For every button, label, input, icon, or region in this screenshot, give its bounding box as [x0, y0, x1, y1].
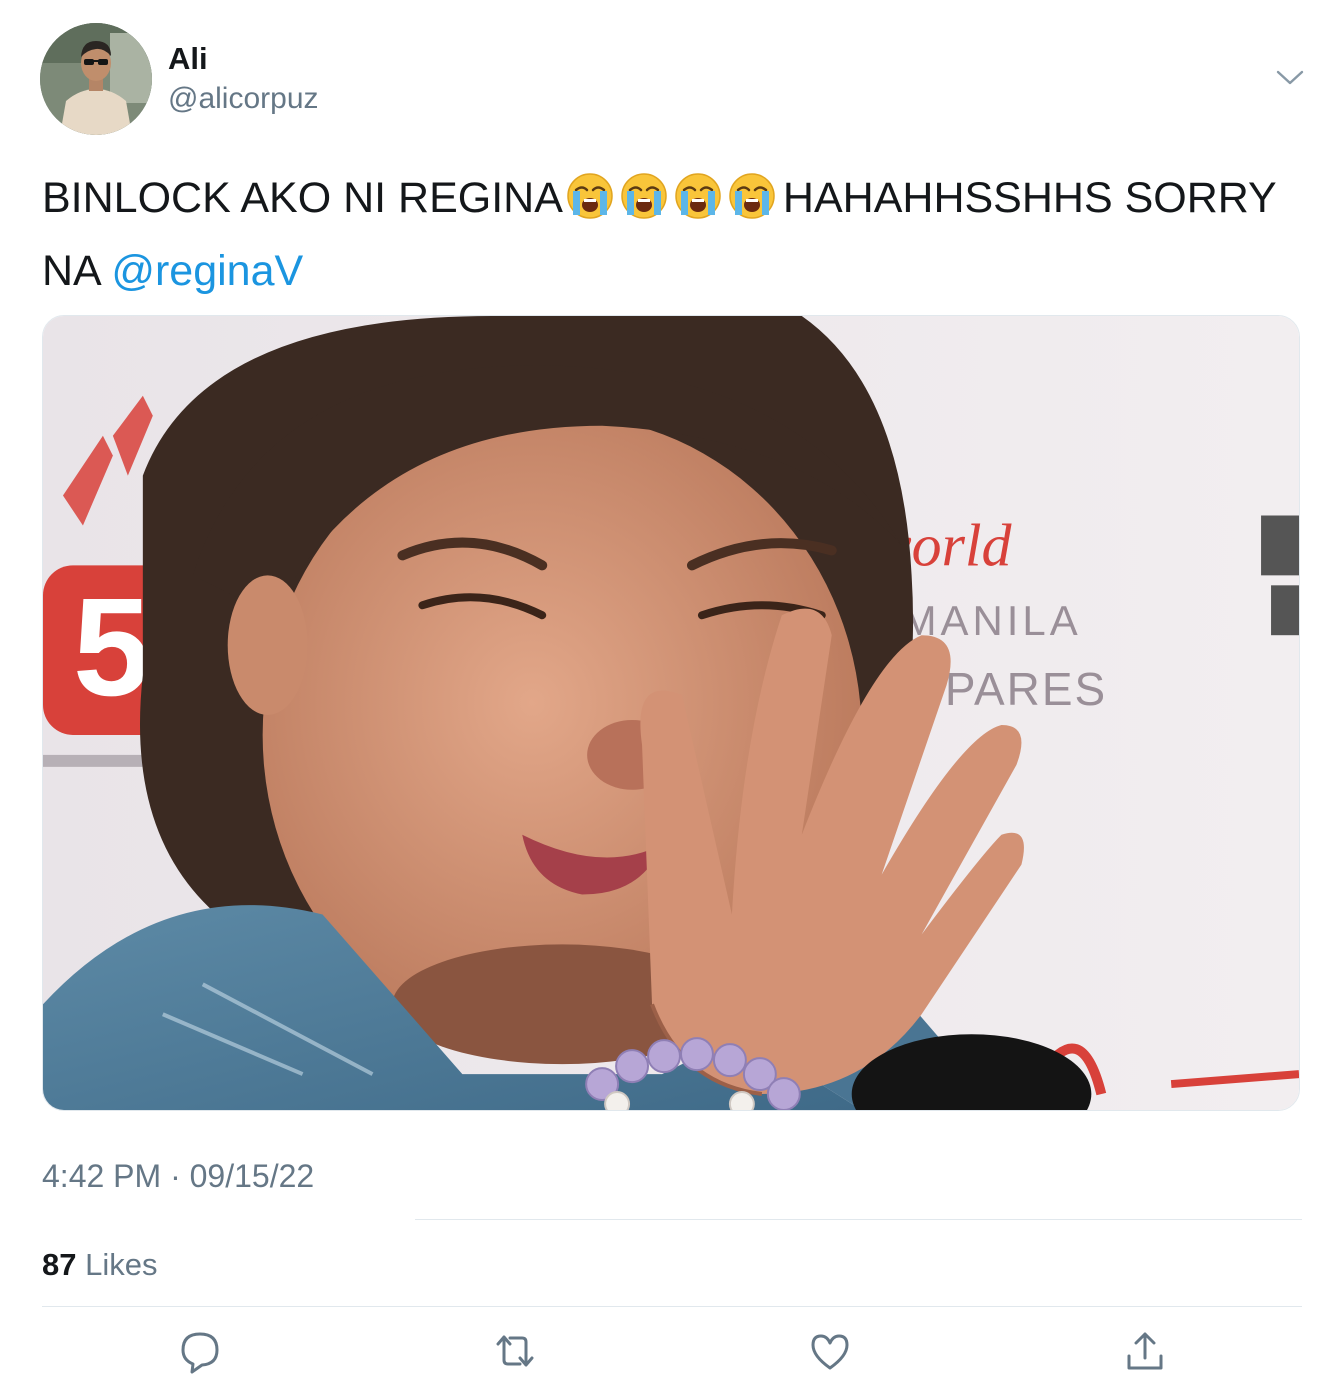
tweet-text-main: BINLOCK AKO NI REGINA [42, 174, 563, 222]
tweet-media-photo[interactable]: 5 world MANILA COMPARES [42, 315, 1300, 1111]
speech-bubble-icon [181, 1332, 219, 1374]
tweet-text: BINLOCK AKO NI REGINA HAHAHHSSHHS SORRY … [42, 166, 1307, 303]
author-name[interactable]: Ali [168, 40, 208, 78]
chevron-down-icon[interactable] [1272, 62, 1308, 92]
retweet-button[interactable] [490, 1326, 540, 1376]
likes-count[interactable]: 87 Likes [42, 1245, 157, 1285]
svg-text:5: 5 [73, 569, 151, 725]
divider [415, 1219, 1302, 1220]
loudly-crying-face-icon [621, 173, 667, 219]
loudly-crying-face-icon [729, 173, 775, 219]
tweet-timestamp[interactable]: 4:42 PM · 09/15/22 [42, 1156, 314, 1196]
mention-link[interactable]: @reginaV [111, 247, 303, 295]
avatar[interactable] [40, 23, 152, 135]
reply-button[interactable] [175, 1326, 225, 1376]
share-upload-icon [1127, 1332, 1163, 1370]
author-handle[interactable]: @alicorpuz [168, 80, 319, 118]
loudly-crying-face-icon [675, 173, 721, 219]
like-button[interactable] [805, 1326, 855, 1376]
heart-icon [811, 1334, 849, 1370]
likes-label: Likes [85, 1247, 158, 1282]
tweet-card: Ali @alicorpuz BINLOCK AKO NI REGINA HAH… [0, 0, 1335, 1386]
emoji-group [565, 171, 781, 239]
divider [42, 1306, 1302, 1307]
likes-number: 87 [42, 1247, 77, 1282]
share-button[interactable] [1120, 1326, 1170, 1376]
retweet-arrows-icon [496, 1335, 534, 1367]
loudly-crying-face-icon [567, 173, 613, 219]
